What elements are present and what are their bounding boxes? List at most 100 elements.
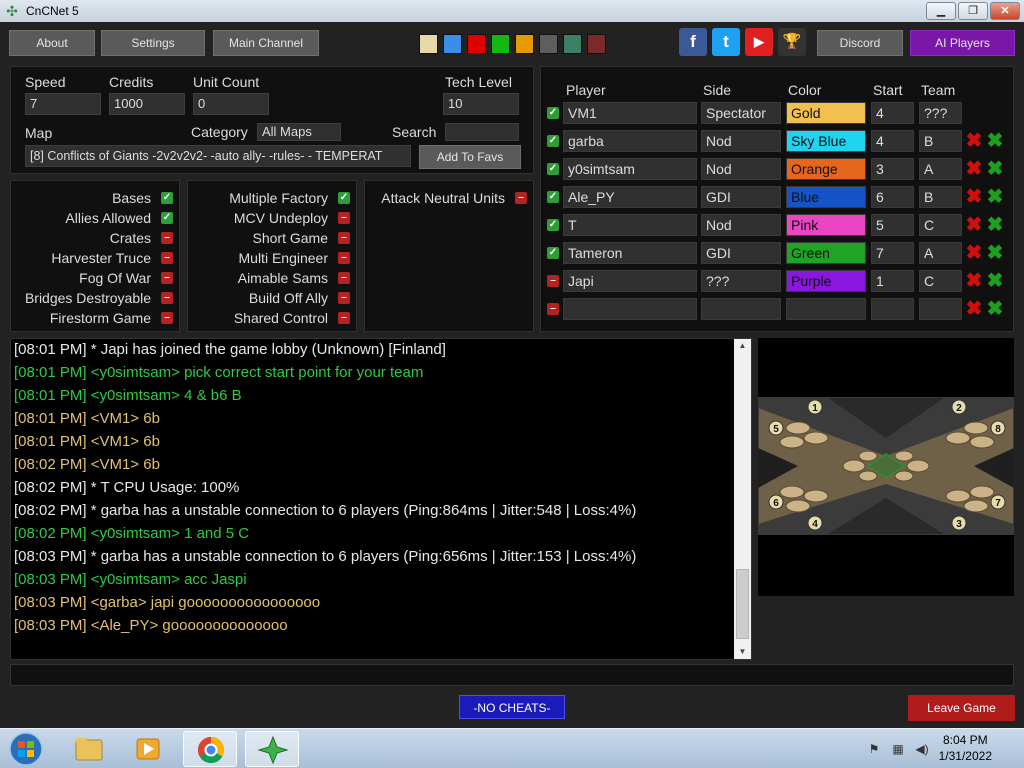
player-team-select[interactable]: A [919,158,962,180]
player-name-field[interactable]: garba [563,130,697,152]
color-swatch[interactable] [419,34,438,54]
player-name-field[interactable]: T [563,214,697,236]
player-start-select[interactable]: 3 [871,158,914,180]
player-team-select[interactable]: C [919,270,962,292]
chat-log[interactable]: [08:01 PM] * Japi has joined the game lo… [10,338,752,660]
checkbox-unchecked-icon[interactable]: – [338,252,350,264]
color-swatch[interactable] [443,34,462,54]
about-button[interactable]: About [9,30,95,56]
volume-icon[interactable]: ◀) [914,741,930,757]
search-input[interactable] [445,123,519,141]
ban-player-icon[interactable]: ✖ [986,131,1004,151]
speed-input[interactable]: 7 [25,93,101,115]
player-color-select[interactable]: Gold [786,102,866,124]
trophy-icon[interactable]: 🏆 [778,28,806,56]
player-team-select[interactable] [919,298,962,320]
scroll-thumb[interactable] [736,569,749,639]
network-icon[interactable]: ▦ [890,741,906,757]
checkbox-unchecked-icon[interactable]: – [338,312,350,324]
player-color-select[interactable]: Green [786,242,866,264]
kick-player-icon[interactable]: ✖ [965,243,983,263]
player-color-select[interactable]: Sky Blue [786,130,866,152]
start-position-marker[interactable]: 1 [807,399,823,415]
player-color-select[interactable]: Orange [786,158,866,180]
maximize-button[interactable]: ❐ [958,2,988,20]
option-row[interactable]: Harvester Truce – [11,250,173,268]
player-side-select[interactable]: GDI [701,186,781,208]
ban-player-icon[interactable]: ✖ [986,299,1004,319]
kick-player-icon[interactable]: ✖ [965,215,983,235]
checkbox-unchecked-icon[interactable]: – [161,232,173,244]
player-side-select[interactable]: ??? [701,270,781,292]
option-row[interactable]: Shared Control – [188,310,350,328]
checkbox-unchecked-icon[interactable]: – [515,192,527,204]
player-side-select[interactable]: Nod [701,158,781,180]
player-team-select[interactable]: A [919,242,962,264]
tech-level-input[interactable]: 10 [443,93,519,115]
player-color-select[interactable]: Blue [786,186,866,208]
player-side-select[interactable]: Spectator [701,102,781,124]
leave-game-button[interactable]: Leave Game [908,695,1015,721]
kick-player-icon[interactable]: ✖ [965,131,983,151]
option-row[interactable]: Allies Allowed ✓ [11,210,173,228]
player-side-select[interactable]: GDI [701,242,781,264]
color-swatch[interactable] [491,34,510,54]
start-position-marker[interactable]: 5 [768,420,784,436]
scroll-down-icon[interactable]: ▼ [734,645,751,659]
option-row[interactable]: Fog Of War – [11,270,173,288]
player-start-select[interactable]: 4 [871,130,914,152]
player-name-field[interactable]: Ale_PY [563,186,697,208]
action-center-icon[interactable]: ⚑ [866,741,882,757]
player-color-select[interactable] [786,298,866,320]
ready-checked-icon[interactable]: ✓ [547,107,559,119]
ready-unchecked-icon[interactable]: – [547,275,559,287]
player-start-select[interactable]: 5 [871,214,914,236]
player-side-select[interactable]: Nod [701,214,781,236]
checkbox-unchecked-icon[interactable]: – [161,252,173,264]
color-swatch[interactable] [587,34,606,54]
start-position-marker[interactable]: 2 [951,399,967,415]
start-position-marker[interactable]: 7 [990,494,1006,510]
checkbox-unchecked-icon[interactable]: – [161,272,173,284]
start-position-marker[interactable]: 6 [768,494,784,510]
ban-player-icon[interactable]: ✖ [986,215,1004,235]
kick-player-icon[interactable]: ✖ [965,299,983,319]
close-button[interactable]: ✕ [990,2,1020,20]
player-name-field[interactable]: Tameron [563,242,697,264]
explorer-taskbar-button[interactable] [62,731,116,767]
player-start-select[interactable] [871,298,914,320]
facebook-icon[interactable]: f [679,28,707,56]
player-name-field[interactable] [563,298,697,320]
player-side-select[interactable]: Nod [701,130,781,152]
ban-player-icon[interactable]: ✖ [986,271,1004,291]
color-swatch[interactable] [515,34,534,54]
unit-count-input[interactable]: 0 [193,93,269,115]
player-team-select[interactable]: B [919,186,962,208]
minimize-button[interactable]: ▁ [926,2,956,20]
player-name-field[interactable]: VM1 [563,102,697,124]
player-team-select[interactable]: ??? [919,102,962,124]
option-row[interactable]: Build Off Ally – [188,290,350,308]
option-row[interactable]: Bases ✓ [11,190,173,208]
checkbox-unchecked-icon[interactable]: – [338,232,350,244]
chat-input[interactable] [10,664,1014,686]
player-name-field[interactable]: y0simtsam [563,158,697,180]
media-player-taskbar-button[interactable] [121,731,175,767]
player-start-select[interactable]: 6 [871,186,914,208]
add-to-favs-button[interactable]: Add To Favs [419,145,521,169]
category-select[interactable]: All Maps [257,123,341,141]
checkbox-unchecked-icon[interactable]: – [338,272,350,284]
chrome-taskbar-button[interactable] [183,731,237,767]
ready-unchecked-icon[interactable]: – [547,303,559,315]
credits-input[interactable]: 1000 [109,93,185,115]
scroll-up-icon[interactable]: ▲ [734,339,751,353]
ready-checked-icon[interactable]: ✓ [547,247,559,259]
player-start-select[interactable]: 7 [871,242,914,264]
ban-player-icon[interactable]: ✖ [986,187,1004,207]
kick-player-icon[interactable]: ✖ [965,271,983,291]
discord-button[interactable]: Discord [817,30,903,56]
color-swatch[interactable] [467,34,486,54]
checkbox-unchecked-icon[interactable]: – [161,312,173,324]
checkbox-unchecked-icon[interactable]: – [161,292,173,304]
player-start-select[interactable]: 1 [871,270,914,292]
